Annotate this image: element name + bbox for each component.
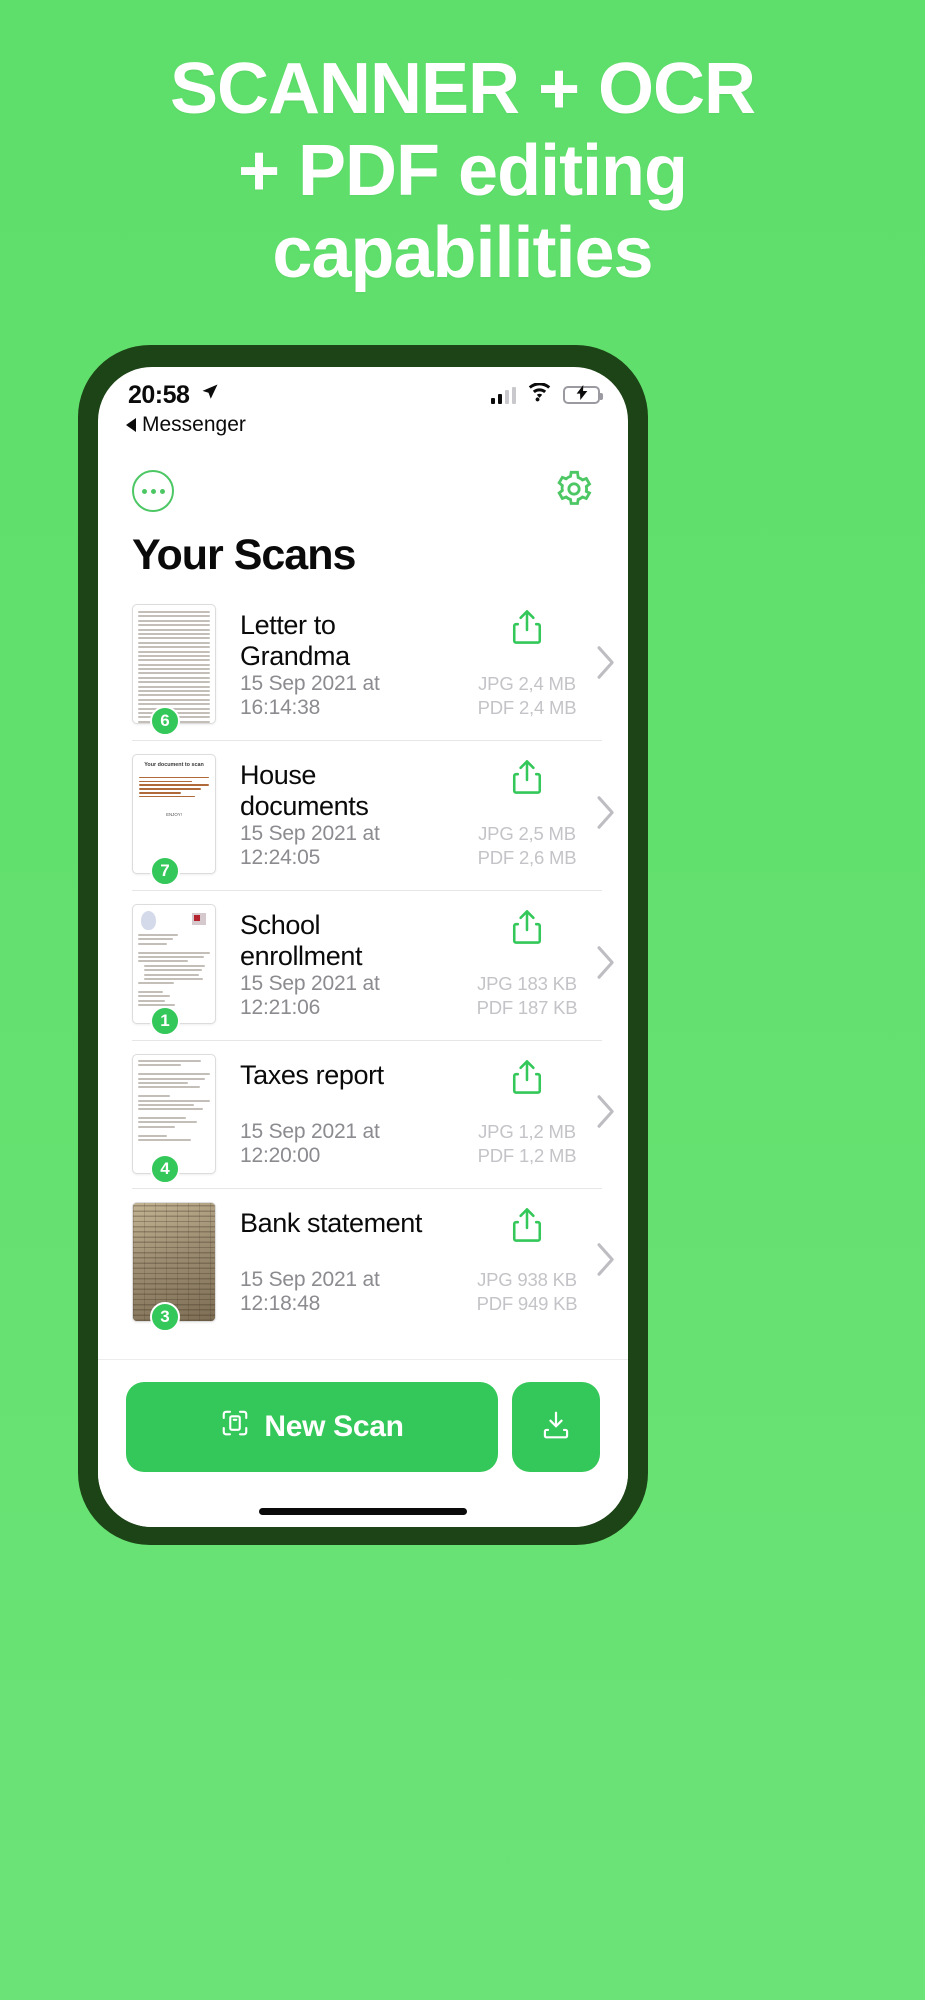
jpg-size: JPG 183 KB <box>477 972 577 994</box>
page-count-badge: 1 <box>150 1006 180 1036</box>
chevron-right-icon[interactable] <box>596 946 616 985</box>
file-sizes: JPG 2,4 MB PDF 2,4 MB <box>478 672 577 720</box>
chevron-right-icon[interactable] <box>596 1095 616 1134</box>
scan-date: 15 Sep 2021 at 16:14:38 <box>240 672 380 719</box>
status-bar: 20:58 Messenger <box>98 367 628 451</box>
chevron-right-icon[interactable] <box>596 796 616 835</box>
scan-info: School enrollment 15 Sep 2021 at 12:21:0… <box>216 904 452 1026</box>
jpg-size: JPG 1,2 MB <box>478 1120 576 1142</box>
list-item[interactable]: 6 Letter to Grandma 15 Sep 2021 at 16:14… <box>98 590 628 740</box>
pdf-size: PDF 949 KB <box>476 1292 578 1314</box>
scan-info: Letter to Grandma 15 Sep 2021 at 16:14:3… <box>216 604 452 726</box>
list-item[interactable]: 4 Taxes report 15 Sep 2021 at 12:20:00 J… <box>98 1040 628 1188</box>
share-icon[interactable] <box>510 1058 544 1101</box>
home-indicator <box>259 1508 467 1515</box>
page-count-badge: 6 <box>150 706 180 736</box>
promo-line-1: SCANNER + OCR <box>169 49 756 129</box>
app-toolbar <box>98 451 628 517</box>
scan-thumbnail: Your document to scan ENJOY! <box>132 754 216 874</box>
new-scan-label: New Scan <box>264 1410 404 1443</box>
scan-date: 15 Sep 2021 at 12:21:06 <box>240 972 380 1019</box>
scan-actions: JPG 938 KB PDF 949 KB <box>452 1202 614 1322</box>
pdf-size: PDF 2,4 MB <box>477 696 577 718</box>
page-count-badge: 7 <box>150 856 180 886</box>
phone-frame: 20:58 Messenger Your Scans 6 Letter to G… <box>78 345 648 1545</box>
chevron-right-icon[interactable] <box>596 646 616 685</box>
promo-line-3: capabilities <box>272 213 653 294</box>
scan-title: Taxes report <box>240 1060 384 1090</box>
scan-date: 15 Sep 2021 at 12:24:05 <box>240 822 380 869</box>
scan-frame-icon <box>220 1408 250 1446</box>
location-arrow-icon <box>201 383 219 406</box>
jpg-size: JPG 2,5 MB <box>478 822 576 844</box>
scan-actions: JPG 2,4 MB PDF 2,4 MB <box>452 604 614 726</box>
promo-line-2: + PDF editing <box>237 131 688 212</box>
share-icon[interactable] <box>510 1206 544 1249</box>
scan-info: Taxes report 15 Sep 2021 at 12:20:00 <box>216 1054 452 1174</box>
thumbnail-wrapper: 3 <box>132 1202 216 1332</box>
action-buttons: New Scan <box>126 1382 600 1472</box>
scan-title: School enrollment <box>240 910 363 971</box>
scan-date: 15 Sep 2021 at 12:18:48 <box>240 1268 380 1315</box>
back-triangle-icon <box>126 418 136 432</box>
chevron-right-icon[interactable] <box>596 1243 616 1282</box>
scan-thumbnail <box>132 904 216 1024</box>
scan-list: 6 Letter to Grandma 15 Sep 2021 at 16:14… <box>98 590 628 1336</box>
file-sizes: JPG 938 KB PDF 949 KB <box>477 1268 578 1316</box>
scan-info: Bank statement 15 Sep 2021 at 12:18:48 <box>216 1202 452 1322</box>
scan-actions: JPG 183 KB PDF 187 KB <box>452 904 614 1026</box>
jpg-size: JPG 2,4 MB <box>478 672 576 694</box>
page-count-badge: 4 <box>150 1154 180 1184</box>
promo-headline: SCANNER + OCR + PDF editing capabilities <box>0 48 925 294</box>
import-button[interactable] <box>512 1382 600 1472</box>
jpg-size: JPG 938 KB <box>477 1268 577 1290</box>
pdf-size: PDF 2,6 MB <box>477 846 577 868</box>
pdf-size: PDF 187 KB <box>476 996 578 1018</box>
list-item[interactable]: Your document to scan ENJOY! 7 House doc… <box>98 740 628 890</box>
thumbnail-footer: ENJOY! <box>166 811 182 817</box>
list-item[interactable]: 3 Bank statement 15 Sep 2021 at 12:18:48… <box>98 1188 628 1336</box>
share-icon[interactable] <box>510 758 544 801</box>
download-icon <box>541 1409 571 1446</box>
scan-date: 15 Sep 2021 at 12:20:00 <box>240 1120 380 1167</box>
status-time: 20:58 <box>128 381 190 409</box>
bottom-action-bar: New Scan <box>98 1359 628 1527</box>
scan-title: Letter to Grandma <box>240 610 350 671</box>
list-item[interactable]: 1 School enrollment 15 Sep 2021 at 12:21… <box>98 890 628 1040</box>
wifi-icon <box>527 382 552 407</box>
back-to-app-button[interactable]: Messenger <box>126 413 246 437</box>
back-app-label: Messenger <box>142 413 246 436</box>
page-count-badge: 3 <box>150 1302 180 1332</box>
page-title: Your Scans <box>132 531 356 579</box>
battery-charging-icon <box>563 385 603 404</box>
share-icon[interactable] <box>510 608 544 651</box>
thumbnail-wrapper: 1 <box>132 904 216 1036</box>
pdf-size: PDF 1,2 MB <box>477 1144 577 1166</box>
scan-title: Bank statement <box>240 1208 423 1238</box>
scan-actions: JPG 2,5 MB PDF 2,6 MB <box>452 754 614 876</box>
file-sizes: JPG 183 KB PDF 187 KB <box>477 972 578 1020</box>
status-bar-right <box>490 382 603 407</box>
scan-actions: JPG 1,2 MB PDF 1,2 MB <box>452 1054 614 1174</box>
file-sizes: JPG 2,5 MB PDF 2,6 MB <box>478 822 577 870</box>
thumbnail-wrapper: Your document to scan ENJOY! 7 <box>132 754 216 886</box>
thumbnail-wrapper: 6 <box>132 604 216 736</box>
thumbnail-wrapper: 4 <box>132 1054 216 1184</box>
scan-thumbnail <box>132 604 216 724</box>
new-scan-button[interactable]: New Scan <box>126 1382 498 1472</box>
cellular-signal-icon <box>490 386 516 404</box>
phone-screen: 20:58 Messenger Your Scans 6 Letter to G… <box>98 367 628 1527</box>
status-bar-left: 20:58 <box>128 381 219 410</box>
scan-info: House documents 15 Sep 2021 at 12:24:05 <box>216 754 452 876</box>
gear-icon[interactable] <box>554 469 594 514</box>
more-options-icon[interactable] <box>132 470 174 512</box>
share-icon[interactable] <box>510 908 544 951</box>
file-sizes: JPG 1,2 MB PDF 1,2 MB <box>478 1120 577 1168</box>
thumbnail-heading: Your document to scan <box>144 762 204 768</box>
scan-title: House documents <box>240 760 369 821</box>
